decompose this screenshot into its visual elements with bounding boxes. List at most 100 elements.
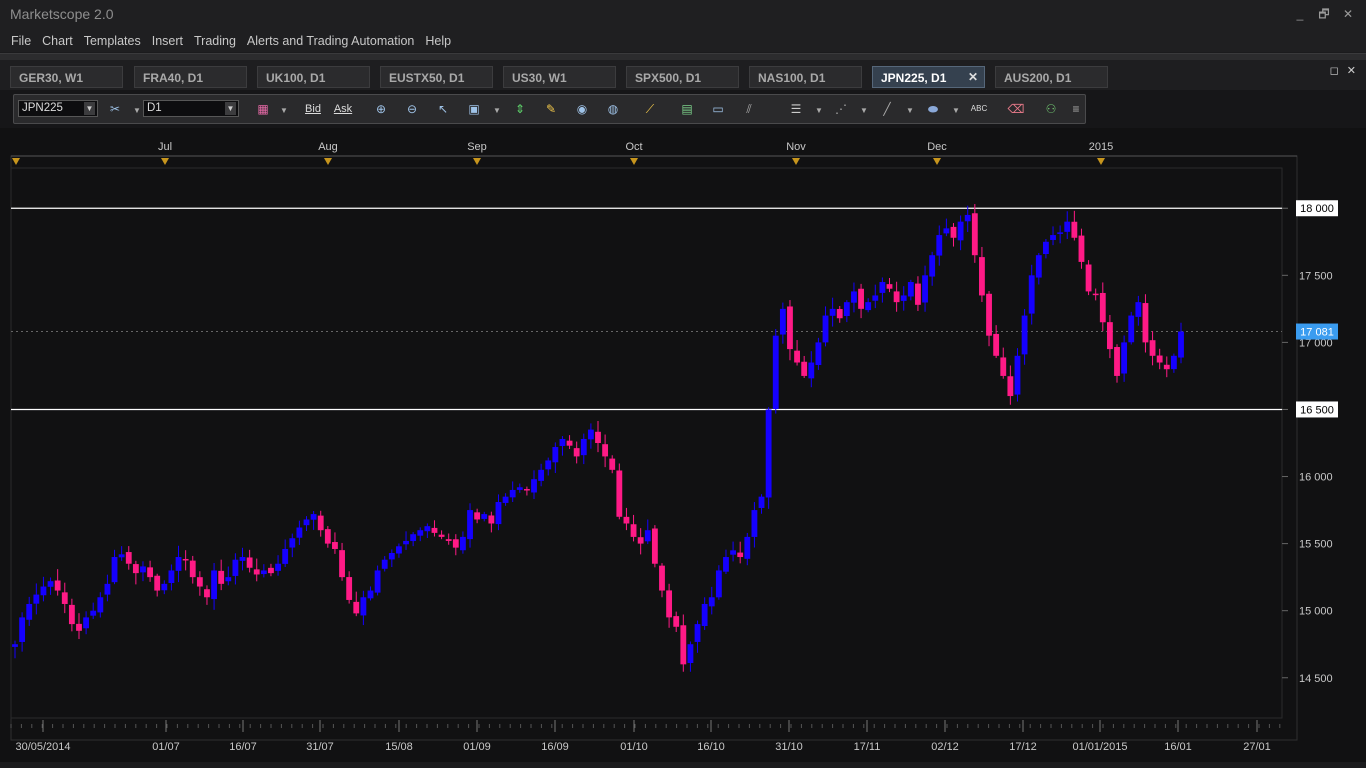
candle-body — [495, 502, 502, 525]
tab-label: JPN225, D1 — [881, 71, 947, 85]
eraser-icon[interactable]: ⌫ — [1007, 100, 1025, 118]
maximize-icon[interactable]: ◻ — [1330, 64, 1339, 77]
picture-icon[interactable]: ▤ — [678, 100, 696, 118]
candle-body — [374, 570, 381, 593]
chevron-down-icon[interactable]: ▼ — [493, 106, 501, 115]
tab-us30[interactable]: US30, W1 — [503, 66, 616, 88]
app-title: Marketscope 2.0 — [10, 6, 114, 22]
tab-ger30[interactable]: GER30, W1 — [10, 66, 123, 88]
instrument-value: JPN225 — [22, 102, 63, 114]
tab-eustx50[interactable]: EUSTX50, D1 — [380, 66, 493, 88]
chart-area[interactable]: JulAugSepOctNovDec201518 00017 50017 000… — [0, 128, 1366, 768]
more-icon[interactable]: ≡ — [1067, 100, 1085, 118]
candle-body — [452, 539, 459, 548]
minimize-icon[interactable]: _ — [1294, 7, 1306, 21]
ask-button[interactable]: Ask — [331, 100, 355, 118]
candle-body — [19, 617, 26, 642]
candle-body — [189, 560, 196, 578]
pencil-icon[interactable]: ╱ — [878, 100, 896, 118]
tab-label: US30, W1 — [512, 71, 567, 85]
edit-icon[interactable]: ✎ — [542, 100, 560, 118]
tab-uk100[interactable]: UK100, D1 — [257, 66, 370, 88]
candle-body — [246, 557, 253, 568]
candle-body — [1156, 355, 1163, 363]
menu-chart[interactable]: Chart — [42, 30, 73, 52]
tab-aus200[interactable]: AUS200, D1 — [995, 66, 1108, 88]
tab-jpn225[interactable]: JPN225, D1 ✕ — [872, 66, 985, 88]
candlestick-chart[interactable]: JulAugSepOctNovDec201518 00017 50017 000… — [0, 128, 1366, 768]
lines-icon[interactable]: ☰ — [787, 100, 805, 118]
candle-body — [644, 530, 651, 542]
candle-body — [232, 559, 239, 576]
candle-body — [1170, 355, 1177, 370]
candle-body — [1000, 357, 1007, 376]
candle-body — [744, 536, 751, 559]
chevron-down-icon[interactable]: ▼ — [952, 106, 960, 115]
close-chart-icon[interactable]: ✕ — [1347, 64, 1356, 77]
candle-body — [573, 448, 580, 457]
candle-body — [1114, 346, 1120, 376]
bid-button[interactable]: Bid — [301, 100, 325, 118]
candle-body — [929, 255, 936, 277]
candle-body — [417, 530, 424, 536]
ruler-icon[interactable]: ⟋ — [641, 100, 659, 118]
restore-icon[interactable]: 🗗 — [1318, 7, 1330, 21]
candle-body — [481, 514, 488, 519]
candle-body — [346, 577, 353, 600]
chevron-down-icon[interactable]: ▼ — [815, 106, 823, 115]
chevron-down-icon[interactable]: ▼ — [280, 106, 288, 115]
candle-body — [459, 536, 466, 551]
candle-body — [794, 350, 800, 363]
x-tick-label: 31/10 — [775, 741, 803, 753]
candle-body — [531, 479, 537, 493]
candle-body — [132, 564, 139, 574]
candle-body — [637, 537, 644, 544]
candle-body — [865, 302, 872, 311]
cursor-icon[interactable]: ↖ — [434, 100, 452, 118]
candle-body — [751, 510, 758, 537]
zoom-out-icon[interactable]: ⊖ — [403, 100, 421, 118]
chevron-down-icon[interactable]: ▼ — [133, 106, 141, 115]
menu-templates[interactable]: Templates — [84, 30, 141, 52]
trend-icon[interactable]: ⇕ — [511, 100, 529, 118]
window-icon[interactable]: ▭ — [709, 100, 727, 118]
close-icon[interactable]: ✕ — [1342, 7, 1354, 21]
menu-file[interactable]: File — [11, 30, 31, 52]
fan-icon[interactable]: ⋰ — [832, 100, 850, 118]
candle-body — [502, 496, 509, 503]
x-tick-label: 15/08 — [385, 741, 413, 753]
candle-body — [808, 362, 815, 379]
top-month-label: 2015 — [1089, 141, 1113, 153]
candle-body — [431, 527, 438, 533]
tab-fra40[interactable]: FRA40, D1 — [134, 66, 247, 88]
chart-type-icon[interactable]: ▦ — [254, 100, 272, 118]
candle-body — [993, 333, 1000, 356]
tab-spx500[interactable]: SPX500, D1 — [626, 66, 739, 88]
eye-icon[interactable]: ◉ — [573, 100, 591, 118]
candle-body — [893, 291, 900, 303]
tab-nas100[interactable]: NAS100, D1 — [749, 66, 862, 88]
ellipse-icon[interactable]: ⬬ — [924, 100, 942, 118]
instrument-select[interactable]: JPN225 ▼ — [18, 100, 98, 117]
candle-body — [836, 309, 843, 319]
pan-icon[interactable]: ▣ — [465, 100, 483, 118]
menu-help[interactable]: Help — [425, 30, 451, 52]
menu-alerts[interactable]: Alerts and Trading Automation — [247, 30, 414, 52]
chevron-down-icon[interactable]: ▼ — [860, 106, 868, 115]
candle-body — [1085, 264, 1092, 292]
pitchfork-icon[interactable]: ⫽ — [740, 100, 758, 118]
candle-body — [787, 306, 793, 350]
zoom-in-icon[interactable]: ⊕ — [372, 100, 390, 118]
candle-body — [324, 529, 331, 544]
menu-insert[interactable]: Insert — [152, 30, 183, 52]
globe-icon[interactable]: ◍ — [604, 100, 622, 118]
chevron-down-icon[interactable]: ▼ — [906, 106, 914, 115]
crosshair-icon[interactable]: ✂ — [106, 100, 124, 118]
close-tab-icon[interactable]: ✕ — [968, 70, 978, 84]
tab-label: AUS200, D1 — [1004, 71, 1072, 85]
candle-body — [339, 550, 345, 578]
network-icon[interactable]: ⚇ — [1042, 100, 1060, 118]
timeframe-select[interactable]: D1 ▼ — [143, 100, 239, 117]
text-icon[interactable]: ABC — [970, 100, 988, 118]
menu-trading[interactable]: Trading — [194, 30, 236, 52]
